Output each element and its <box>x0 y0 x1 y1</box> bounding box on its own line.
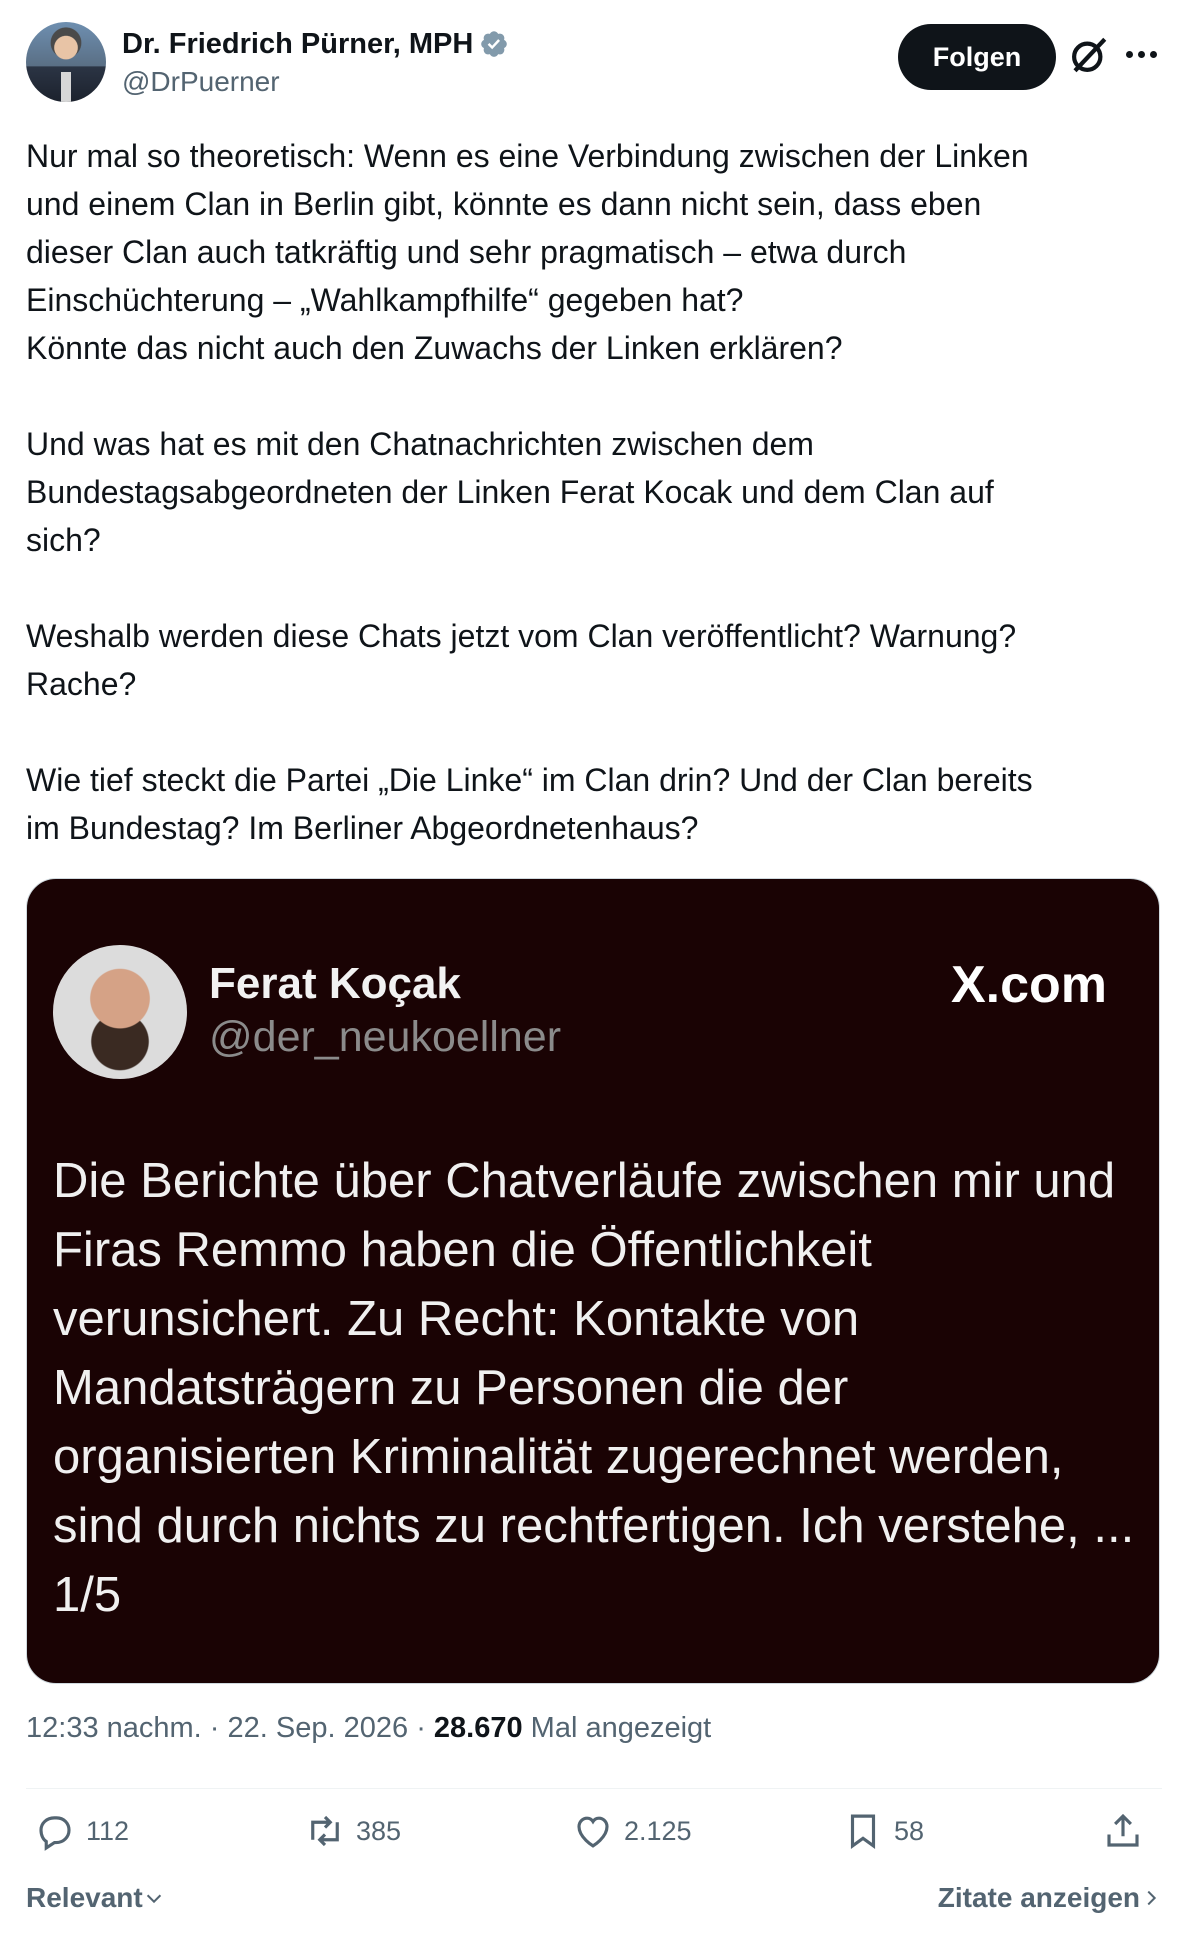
tweet: Dr. Friedrich Pürner, MPH @DrPuerner Fol… <box>0 0 1188 1940</box>
like-count: 2.125 <box>624 1815 692 1846</box>
bookmark-button[interactable]: 58 <box>842 1810 924 1852</box>
quotes-label: Zitate anzeigen <box>937 1882 1140 1913</box>
meta-separator: · <box>209 1712 228 1744</box>
tweet-meta: 12:33 nachm. · 22. Sep. 2026 · 28.670 Ma… <box>26 1712 711 1745</box>
reply-count: 112 <box>86 1815 130 1846</box>
author-name-row: Dr. Friedrich Pürner, MPH <box>122 26 509 62</box>
bookmark-icon <box>850 1814 876 1849</box>
tweet-paragraph-2: Und was hat es mit den Chatnachrichten z… <box>26 426 994 558</box>
embedded-image-card[interactable]: Ferat Koçak @der_neukoellner X.com Die B… <box>26 878 1160 1684</box>
replies-footer: Relevant Zitate anzeigen <box>26 1882 1162 1922</box>
card-avatar <box>53 945 187 1079</box>
tweet-paragraph-4: Wie tief steckt die Partei „Die Linke“ i… <box>26 762 1033 846</box>
card-brand-logo: X.com <box>950 956 1107 1014</box>
tweet-paragraph-1: Nur mal so theoretisch: Wenn es eine Ver… <box>26 138 1029 366</box>
action-bar: 112 385 2.125 58 <box>26 1810 1162 1870</box>
verified-icon <box>481 31 508 57</box>
sort-dropdown[interactable]: Relevant <box>26 1882 165 1914</box>
tweet-time[interactable]: 12:33 nachm. <box>26 1712 202 1744</box>
author-name[interactable]: Dr. Friedrich Pürner, MPH <box>122 26 473 62</box>
meta-separator: · <box>416 1712 434 1744</box>
share-icon <box>1107 1813 1139 1847</box>
tweet-date[interactable]: 22. Sep. 2026 <box>228 1712 409 1744</box>
author-info: Dr. Friedrich Pürner, MPH @DrPuerner <box>122 26 509 100</box>
share-button[interactable] <box>1102 1810 1154 1852</box>
chevron-right-icon <box>1147 1890 1157 1906</box>
reply-button[interactable]: 112 <box>34 1810 129 1852</box>
tweet-header: Dr. Friedrich Pürner, MPH @DrPuerner Fol… <box>26 22 1162 112</box>
reply-icon <box>39 1816 71 1851</box>
chevron-down-icon <box>146 1894 161 1904</box>
sort-label: Relevant <box>26 1882 143 1913</box>
like-icon <box>577 1816 609 1848</box>
repost-count: 385 <box>356 1815 402 1846</box>
repost-icon <box>311 1815 339 1847</box>
view-count: 28.670 <box>433 1712 523 1744</box>
view-quotes-link[interactable]: Zitate anzeigen <box>938 1882 1162 1914</box>
author-handle[interactable]: @DrPuerner <box>122 64 509 100</box>
repost-button[interactable]: 385 <box>304 1810 401 1852</box>
follow-button[interactable]: Folgen <box>898 24 1056 90</box>
view-label: Mal angezeigt <box>530 1712 712 1744</box>
bookmark-count: 58 <box>894 1815 925 1846</box>
tweet-text: Nur mal so theoretisch: Wenn es eine Ver… <box>26 132 1162 852</box>
card-author-handle: @der_neukoellner <box>209 1013 562 1061</box>
card-author-name: Ferat Koçak <box>209 959 461 1008</box>
tweet-paragraph-3: Weshalb werden diese Chats jetzt vom Cla… <box>26 618 1017 702</box>
divider <box>26 1788 1162 1789</box>
author-avatar[interactable] <box>26 22 106 102</box>
like-button[interactable]: 2.125 <box>572 1810 692 1852</box>
card-quote-text: Die Berichte über Chatverläufe zwischen … <box>53 1154 1135 1622</box>
grok-icon[interactable] <box>1068 34 1110 76</box>
more-icon[interactable] <box>1126 42 1162 66</box>
